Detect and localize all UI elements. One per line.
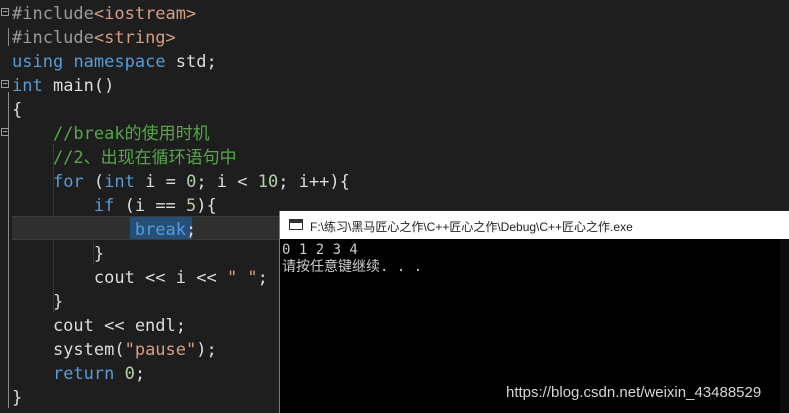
code-token: #include bbox=[12, 4, 94, 24]
code-line[interactable]: cout << i << " "; bbox=[12, 266, 268, 290]
code-line[interactable]: #include<string> bbox=[12, 26, 176, 50]
code-token: namespace bbox=[73, 52, 166, 72]
code-line[interactable]: int main() bbox=[12, 74, 114, 98]
console-title-bar[interactable]: F:\练习\黑马匠心之作\C++匠心之作\Debug\C++匠心之作.exe bbox=[280, 211, 789, 239]
code-token: 10 bbox=[257, 172, 279, 192]
code-token: std; bbox=[165, 52, 217, 72]
console-output-numbers: 0 1 2 3 4 bbox=[282, 242, 358, 258]
fold-collapse-icon[interactable]: − bbox=[1, 128, 9, 136]
code-token: #include bbox=[12, 28, 94, 48]
code-token: } bbox=[12, 388, 23, 408]
code-line[interactable]: cout << endl; bbox=[12, 314, 186, 338]
code-line[interactable]: for (int i = 0; i < 10; i++){ bbox=[12, 170, 350, 194]
console-scrollbar[interactable] bbox=[780, 239, 789, 413]
code-token: 0 bbox=[186, 172, 197, 192]
code-token: main() bbox=[42, 76, 115, 96]
code-line[interactable]: break; bbox=[12, 218, 196, 242]
code-line[interactable]: if (i == 5){ bbox=[12, 194, 217, 218]
code-token: } bbox=[12, 244, 105, 264]
code-line[interactable]: return 0; bbox=[12, 362, 145, 386]
console-window[interactable]: F:\练习\黑马匠心之作\C++匠心之作\Debug\C++匠心之作.exe 0… bbox=[279, 211, 789, 413]
code-token: int bbox=[12, 76, 43, 96]
code-token: ; i < bbox=[196, 172, 258, 192]
code-token: i = bbox=[134, 172, 187, 192]
watermark: https://blog.csdn.net/weixin_43488529 bbox=[506, 384, 762, 401]
code-token: ; bbox=[186, 220, 197, 240]
code-token: " " bbox=[226, 268, 258, 288]
code-token: break bbox=[134, 220, 187, 240]
code-token: "pause" bbox=[124, 340, 197, 360]
code-token: 0 bbox=[124, 364, 135, 384]
code-line[interactable]: } bbox=[12, 386, 22, 410]
code-token: ); bbox=[196, 340, 217, 360]
code-token: } bbox=[12, 292, 64, 312]
code-token: //break的使用时机 bbox=[12, 124, 210, 144]
code-token: for bbox=[52, 172, 84, 192]
console-title: F:\练习\黑马匠心之作\C++匠心之作\Debug\C++匠心之作.exe bbox=[310, 220, 633, 234]
code-line[interactable]: } bbox=[12, 242, 104, 266]
outline-line bbox=[8, 140, 9, 150]
code-token: cout << i << bbox=[12, 268, 227, 288]
code-token: using bbox=[12, 52, 64, 72]
code-token: ; bbox=[134, 364, 146, 384]
code-line[interactable]: //2、出现在循环语句中 bbox=[12, 146, 237, 170]
code-token: if bbox=[93, 196, 115, 216]
code-token: ){ bbox=[196, 196, 217, 216]
code-token: { bbox=[12, 100, 23, 120]
console-window-icon bbox=[289, 219, 303, 230]
code-line[interactable]: { bbox=[12, 98, 22, 122]
code-token: ( bbox=[83, 172, 105, 192]
code-token: ; bbox=[257, 268, 268, 288]
code-token: return bbox=[52, 364, 115, 384]
fold-collapse-icon[interactable]: − bbox=[1, 8, 9, 16]
fold-collapse-icon[interactable]: − bbox=[1, 80, 9, 88]
code-line[interactable]: using namespace std; bbox=[12, 50, 217, 74]
code-line[interactable]: system("pause"); bbox=[12, 338, 217, 362]
code-token: <string> bbox=[93, 28, 176, 48]
code-token: <iostream> bbox=[93, 4, 197, 24]
outline-line bbox=[8, 28, 9, 46]
code-token: system( bbox=[12, 340, 125, 360]
code-line[interactable]: #include<iostream> bbox=[12, 2, 196, 26]
code-token: cout << endl; bbox=[12, 316, 186, 336]
code-token: ; i++){ bbox=[278, 172, 350, 192]
code-line[interactable]: } bbox=[12, 290, 63, 314]
code-token: 5 bbox=[186, 196, 197, 216]
code-line[interactable]: //break的使用时机 bbox=[12, 122, 210, 146]
code-token: //2、出现在循环语句中 bbox=[12, 148, 237, 168]
code-token: (i == bbox=[114, 196, 187, 216]
console-output-prompt: 请按任意键继续. . . bbox=[282, 259, 423, 275]
code-token: int bbox=[104, 172, 135, 192]
